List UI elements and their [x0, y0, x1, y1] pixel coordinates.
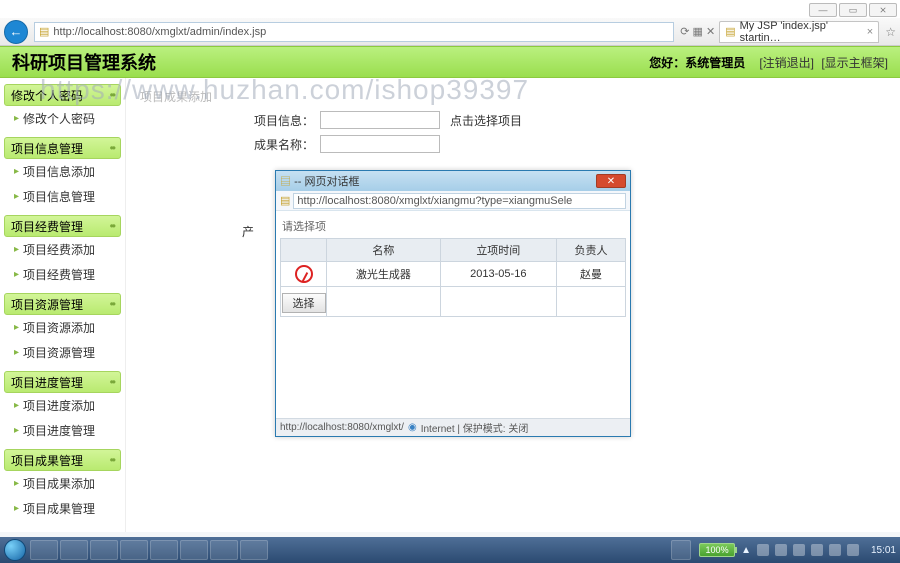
popup-dialog: ▤ -- 网页对话框 ✕ ▤ http://localhost:8080/xmg… [275, 170, 631, 437]
close-window-button[interactable]: ⨯ [869, 3, 897, 17]
browser-actions[interactable]: ⟳ ▦ ✕ [680, 25, 715, 38]
show-frame-link[interactable]: [显示主框架] [821, 56, 888, 70]
sidebar: 修改个人密码•• 修改个人密码 项目信息管理•• 项目信息添加 项目信息管理 项… [0, 78, 125, 537]
select-button[interactable]: 选择 [282, 293, 326, 313]
taskbar-app-6[interactable] [180, 540, 208, 560]
sidebar-group-funds[interactable]: 项目经费管理•• [4, 215, 121, 237]
dialog-table: 名称 立项时间 负责人 激光生成器 2013-05-16 赵曼 选择 [280, 238, 626, 317]
sidebar-item-funds-add[interactable]: 项目经费添加 [4, 237, 121, 262]
tab-close-icon[interactable]: × [867, 26, 873, 38]
dialog-urlbar: ▤ http://localhost:8080/xmglxt/xiangmu?t… [276, 191, 630, 211]
system-tray: 100% ▲ 15:01 [671, 540, 896, 560]
sidebar-group-result[interactable]: 项目成果管理•• [4, 449, 121, 471]
sidebar-item-progress-add[interactable]: 项目进度添加 [4, 393, 121, 418]
table-row[interactable]: 激光生成器 2013-05-16 赵曼 [281, 262, 626, 287]
favorites-icon[interactable]: ☆ [885, 25, 896, 39]
col-name: 名称 [327, 239, 441, 262]
taskbar-app-7[interactable] [210, 540, 238, 560]
sidebar-item-project-info-manage[interactable]: 项目信息管理 [4, 184, 121, 209]
col-select [281, 239, 327, 262]
field-product-label: 产 [140, 223, 260, 240]
back-button[interactable]: ← [4, 20, 28, 44]
sidebar-item-result-manage[interactable]: 项目成果管理 [4, 496, 121, 521]
logout-link[interactable]: [注销退出] [759, 56, 814, 70]
col-owner: 负责人 [556, 239, 625, 262]
tab-icon: ▤ [725, 25, 735, 38]
taskbar-app-3[interactable] [90, 540, 118, 560]
maximize-button[interactable]: ▭ [839, 3, 867, 17]
table-row: 选择 [281, 287, 626, 317]
tab-title: My JSP 'index.jsp' startin… [740, 20, 861, 44]
header-right: 您好：系统管理员 [注销退出] [显示主框架] [649, 54, 888, 71]
cell-date: 2013-05-16 [440, 262, 556, 287]
dialog-icon: ▤ [280, 176, 291, 188]
sidebar-item-resource-manage[interactable]: 项目资源管理 [4, 340, 121, 365]
battery-indicator[interactable]: 100% [699, 543, 735, 557]
sidebar-item-result-add[interactable]: 项目成果添加 [4, 471, 121, 496]
field-project-label: 项目信息： [140, 112, 320, 129]
dialog-statusbar: http://localhost:8080/xmglxt/ ◉ Internet… [276, 418, 630, 436]
sidebar-item-change-password[interactable]: 修改个人密码 [4, 106, 121, 131]
status-url: http://localhost:8080/xmglxt/ [280, 422, 404, 433]
app-header: 科研项目管理系统 您好：系统管理员 [注销退出] [显示主框架] [0, 46, 900, 78]
tray-icon[interactable] [829, 544, 841, 556]
sidebar-group-project-info[interactable]: 项目信息管理•• [4, 137, 121, 159]
tray-app-icon[interactable] [671, 540, 691, 560]
field-result-name-label: 成果名称： [140, 136, 320, 153]
content-tab-label: 项目成果添加 [140, 88, 886, 105]
globe-icon: ◉ [408, 422, 417, 433]
taskbar-app-4[interactable] [120, 540, 148, 560]
taskbar-app-8[interactable] [240, 540, 268, 560]
field-result-name-input[interactable] [320, 135, 440, 153]
tray-expand-icon[interactable]: ▲ [741, 545, 751, 556]
window-controls: — ▭ ⨯ [809, 3, 897, 17]
taskbar: 100% ▲ 15:01 [0, 537, 900, 563]
browser-toolbar: ← ▤ http://localhost:8080/xmglxt/admin/i… [0, 18, 900, 46]
dialog-title-text: ▤ -- 网页对话框 [280, 173, 359, 189]
dialog-titlebar[interactable]: ▤ -- 网页对话框 ✕ [276, 171, 630, 191]
sidebar-item-resource-add[interactable]: 项目资源添加 [4, 315, 121, 340]
sidebar-group-resource[interactable]: 项目资源管理•• [4, 293, 121, 315]
url-text: http://localhost:8080/xmglxt/admin/index… [53, 26, 266, 38]
cursor-pointer-icon [295, 265, 313, 283]
sidebar-item-funds-manage[interactable]: 项目经费管理 [4, 262, 121, 287]
cell-name: 激光生成器 [327, 262, 441, 287]
taskbar-app-5[interactable] [150, 540, 178, 560]
dialog-body: 请选择项 名称 立项时间 负责人 激光生成器 2013-05-16 赵曼 选择 [276, 211, 630, 321]
field-project-input[interactable] [320, 111, 440, 129]
sidebar-item-project-info-add[interactable]: 项目信息添加 [4, 159, 121, 184]
network-icon[interactable] [847, 544, 859, 556]
col-date: 立项时间 [440, 239, 556, 262]
tray-icon[interactable] [811, 544, 823, 556]
sidebar-group-password[interactable]: 修改个人密码•• [4, 84, 121, 106]
start-button[interactable] [4, 539, 26, 561]
taskbar-app-2[interactable] [60, 540, 88, 560]
field-project-hint[interactable]: 点击选择项目 [450, 112, 522, 129]
address-bar[interactable]: ▤ http://localhost:8080/xmglxt/admin/ind… [34, 22, 674, 42]
sidebar-item-progress-manage[interactable]: 项目进度管理 [4, 418, 121, 443]
dialog-url-icon: ▤ [280, 194, 290, 207]
app-title: 科研项目管理系统 [12, 49, 156, 75]
taskbar-app-1[interactable] [30, 540, 58, 560]
tray-icon[interactable] [775, 544, 787, 556]
cell-owner: 赵曼 [556, 262, 625, 287]
volume-icon[interactable] [793, 544, 805, 556]
dialog-instruction: 请选择项 [282, 218, 624, 234]
minimize-button[interactable]: — [809, 3, 837, 17]
dialog-close-button[interactable]: ✕ [596, 174, 626, 188]
page-icon: ▤ [39, 25, 49, 38]
dialog-url-field[interactable]: http://localhost:8080/xmglxt/xiangmu?typ… [293, 193, 626, 209]
welcome-text: 您好：系统管理员 [649, 56, 745, 70]
sidebar-group-progress[interactable]: 项目进度管理•• [4, 371, 121, 393]
status-zone: Internet | 保护模式: 关闭 [421, 420, 529, 435]
browser-tab[interactable]: ▤ My JSP 'index.jsp' startin… × [719, 21, 879, 43]
tray-icon[interactable] [757, 544, 769, 556]
clock[interactable]: 15:01 [871, 545, 896, 556]
